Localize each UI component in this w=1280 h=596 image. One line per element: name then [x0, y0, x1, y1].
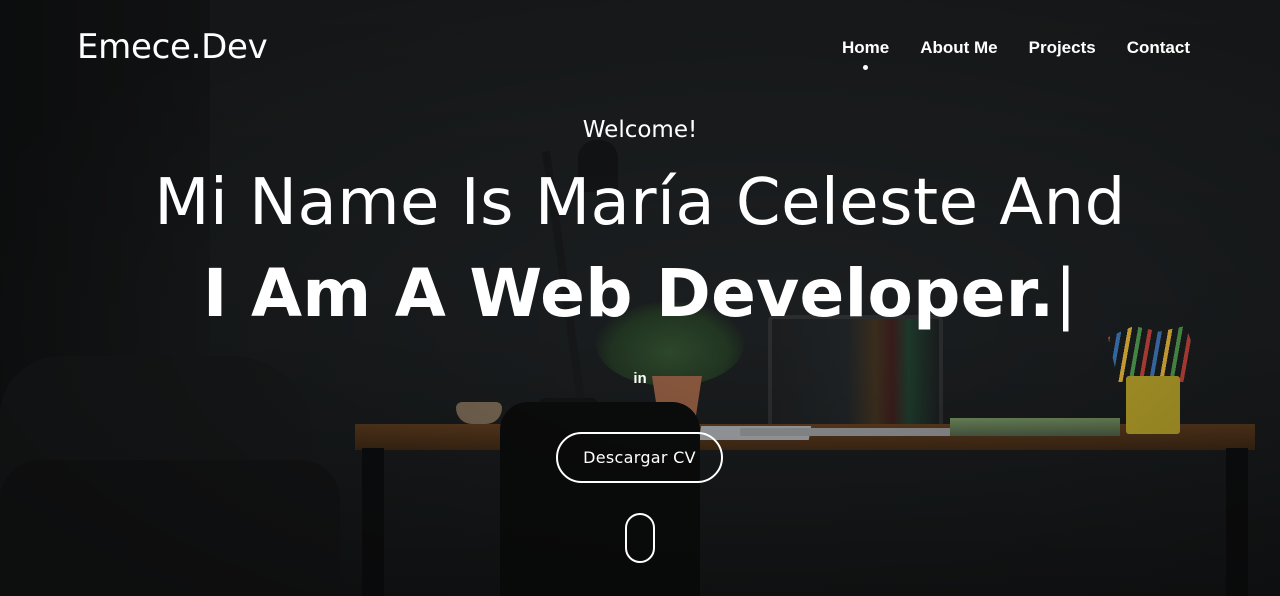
linkedin-glyph: in: [633, 369, 647, 387]
nav-item-contact[interactable]: Contact: [1127, 38, 1190, 58]
headline-line-1: Mi Name Is María Celeste And: [154, 166, 1126, 240]
mouse-scroll-icon[interactable]: [625, 513, 655, 563]
nav-item-about-me[interactable]: About Me: [920, 38, 997, 58]
typing-cursor: |: [1054, 255, 1078, 332]
download-cv-button[interactable]: Descargar CV: [556, 432, 723, 483]
nav-item-label: About Me: [920, 38, 998, 57]
nav-item-label: Projects: [1028, 38, 1096, 57]
nav-item-label: Home: [841, 38, 890, 57]
headline-line-2: I Am A Web Developer.|: [0, 255, 1280, 332]
linkedin-icon[interactable]: in: [629, 368, 651, 388]
hero-section: Emece.Dev Home About Me Projects Contact…: [0, 0, 1280, 596]
nav-item-label: Contact: [1126, 38, 1190, 57]
headline-line-2-text: I Am A Web Developer.: [202, 255, 1055, 332]
nav-item-projects[interactable]: Projects: [1029, 38, 1096, 58]
main-nav: Home About Me Projects Contact: [841, 38, 1190, 70]
site-logo[interactable]: Emece.Dev: [77, 27, 268, 67]
nav-item-home[interactable]: Home: [841, 38, 890, 70]
welcome-text: Welcome!: [582, 117, 698, 143]
